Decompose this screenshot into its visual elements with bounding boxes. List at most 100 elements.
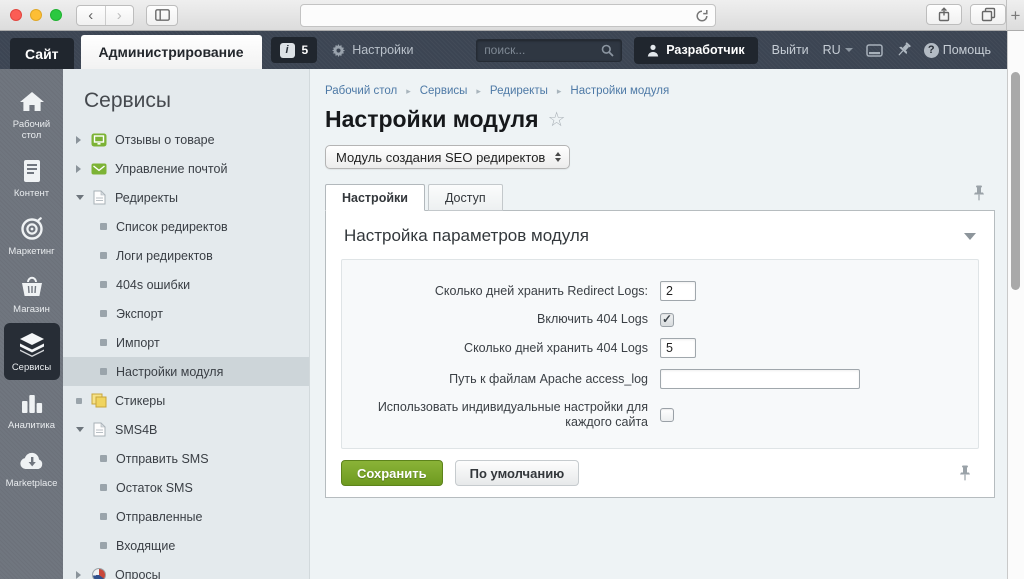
sidebar-item-logi-redirektov[interactable]: Логи редиректов bbox=[63, 241, 309, 270]
tabs-icon bbox=[981, 7, 996, 22]
breadcrumb-link[interactable]: Рабочий стол bbox=[325, 85, 397, 97]
search-icon[interactable] bbox=[601, 44, 614, 57]
sidebar-item-ostatok-sms[interactable]: Остаток SMS bbox=[63, 473, 309, 502]
enable-404-logs-checkbox[interactable] bbox=[660, 313, 674, 327]
developer-user-button[interactable]: Разработчик bbox=[634, 37, 757, 64]
search-input[interactable] bbox=[484, 43, 601, 57]
module-rail: Рабочий стол Контент Маркетинг Магазин С… bbox=[0, 69, 63, 579]
rail-item-label: Аналитика bbox=[8, 420, 55, 431]
sidebar-toggle-button[interactable] bbox=[146, 5, 178, 26]
page-title: Настройки модуля bbox=[325, 106, 539, 133]
browser-scrollbar[interactable] bbox=[1007, 31, 1024, 579]
rail-item-marketing[interactable]: Маркетинг bbox=[4, 207, 60, 264]
rail-item-services[interactable]: Сервисы bbox=[4, 323, 60, 380]
sidebar-item-vhodyashchie[interactable]: Входящие bbox=[63, 531, 309, 560]
chevron-down-icon[interactable] bbox=[76, 195, 84, 200]
bullet-icon bbox=[100, 223, 107, 230]
menu-title: Сервисы bbox=[63, 69, 309, 125]
rail-item-analytics[interactable]: Аналитика bbox=[4, 381, 60, 438]
breadcrumb-link[interactable]: Редиректы bbox=[490, 85, 548, 97]
breadcrumb-link[interactable]: Настройки модуля bbox=[570, 85, 669, 97]
chevron-right-icon[interactable] bbox=[76, 571, 81, 579]
help-button[interactable]: ? Помощь bbox=[924, 43, 991, 58]
sidebar-item-stikery[interactable]: Стикеры bbox=[63, 386, 309, 415]
field-label: Включить 404 Logs bbox=[342, 312, 648, 327]
tab-dostup[interactable]: Доступ bbox=[428, 184, 503, 211]
tab-nastroyki[interactable]: Настройки bbox=[325, 184, 425, 211]
days-404-logs-input[interactable] bbox=[660, 338, 696, 358]
question-icon: ? bbox=[924, 43, 939, 58]
bullet-icon bbox=[100, 339, 107, 346]
bullet-icon bbox=[100, 368, 107, 375]
sidebar-item-eksport[interactable]: Экспорт bbox=[63, 299, 309, 328]
menu-item-label: Настройки модуля bbox=[116, 365, 223, 379]
sidebar-item-import[interactable]: Импорт bbox=[63, 328, 309, 357]
browser-chrome: ‹ › + bbox=[0, 0, 1024, 31]
sidebar-item-404s-oshibki[interactable]: 404s ошибки bbox=[63, 270, 309, 299]
sidebar-item-oprosy[interactable]: Опросы bbox=[63, 560, 309, 579]
bullet-icon bbox=[100, 310, 107, 317]
developer-label: Разработчик bbox=[666, 43, 744, 57]
rail-item-label: Рабочий стол bbox=[4, 119, 60, 141]
save-button[interactable]: Сохранить bbox=[341, 460, 443, 486]
chevron-right-icon[interactable] bbox=[76, 136, 81, 144]
zoom-window-button[interactable] bbox=[50, 9, 62, 21]
share-button[interactable] bbox=[926, 4, 962, 25]
chevron-right-icon[interactable] bbox=[76, 165, 81, 173]
tab-overview-button[interactable] bbox=[970, 4, 1006, 25]
dock-pin-icon[interactable] bbox=[959, 465, 971, 482]
menu-item-label: Остаток SMS bbox=[116, 481, 193, 495]
refresh-icon[interactable] bbox=[695, 9, 709, 23]
settings-tabs: Настройки Доступ bbox=[325, 184, 1007, 211]
scrollbar-thumb[interactable] bbox=[1011, 72, 1020, 290]
window-controls bbox=[10, 9, 62, 21]
info-icon: i bbox=[280, 43, 295, 58]
breadcrumb-separator-icon: ▸ bbox=[476, 86, 481, 97]
rail-item-store[interactable]: Магазин bbox=[4, 265, 60, 322]
minimize-window-button[interactable] bbox=[30, 9, 42, 21]
sidebar-item-otpravit-sms[interactable]: Отправить SMS bbox=[63, 444, 309, 473]
apache-access-log-path-input[interactable] bbox=[660, 369, 860, 389]
sidebar-item-spisok-redirektov[interactable]: Список редиректов bbox=[63, 212, 309, 241]
close-window-button[interactable] bbox=[10, 9, 22, 21]
content-icon bbox=[22, 158, 42, 183]
language-selector[interactable]: RU bbox=[823, 43, 853, 57]
pin-interface-button[interactable] bbox=[896, 42, 911, 58]
new-tab-button[interactable]: + bbox=[1006, 0, 1024, 31]
rail-item-content[interactable]: Контент bbox=[4, 149, 60, 206]
module-select[interactable]: Модуль создания SEO редиректов bbox=[325, 145, 570, 169]
sidebar-item-upravlenie-pochtoy[interactable]: Управление почтой bbox=[63, 154, 309, 183]
sidebar-item-sms4b[interactable]: SMS4B bbox=[63, 415, 309, 444]
redirect-logs-days-input[interactable] bbox=[660, 281, 696, 301]
bullet-icon bbox=[76, 398, 82, 404]
cloud-download-icon bbox=[19, 448, 45, 473]
menu-item-label: Редиректы bbox=[115, 191, 178, 205]
settings-form: Сколько дней хранить Redirect Logs: Вклю… bbox=[341, 259, 979, 449]
default-button[interactable]: По умолчанию bbox=[455, 460, 580, 486]
rail-item-marketplace[interactable]: Marketplace bbox=[4, 439, 60, 496]
menu-item-label: Отправить SMS bbox=[116, 452, 209, 466]
desktop-mode-button[interactable] bbox=[866, 44, 883, 57]
sidebar-item-redirekty[interactable]: Редиректы bbox=[63, 183, 309, 212]
sidebar-item-otpravlennye[interactable]: Отправленные bbox=[63, 502, 309, 531]
site-tab[interactable]: Сайт bbox=[10, 38, 74, 69]
logout-link[interactable]: Выйти bbox=[772, 43, 809, 57]
breadcrumb-link[interactable]: Сервисы bbox=[420, 85, 468, 97]
notifications-badge[interactable]: i 5 bbox=[271, 37, 318, 63]
individual-settings-checkbox[interactable] bbox=[660, 408, 674, 422]
favorite-star-icon[interactable]: ☆ bbox=[548, 107, 566, 132]
forward-icon[interactable]: › bbox=[105, 6, 134, 25]
gear-icon bbox=[331, 43, 346, 58]
settings-menu-button[interactable]: Настройки bbox=[331, 43, 413, 58]
sidebar-item-otzyvy-o-tovare[interactable]: Отзывы о товаре bbox=[63, 125, 309, 154]
back-icon[interactable]: ‹ bbox=[77, 6, 105, 25]
sidebar-item-nastroyki-modulya[interactable]: Настройки модуля bbox=[63, 357, 309, 386]
address-bar[interactable] bbox=[300, 4, 716, 27]
rail-item-desktop[interactable]: Рабочий стол bbox=[4, 80, 60, 148]
administration-tab[interactable]: Администрирование bbox=[81, 35, 262, 69]
menu-item-label: Отправленные bbox=[116, 510, 202, 524]
bullet-icon bbox=[100, 542, 107, 549]
chevron-down-icon[interactable] bbox=[76, 427, 84, 432]
menu-tree: Отзывы о товаре Управление почтой Редире… bbox=[63, 125, 309, 579]
collapse-section-icon[interactable] bbox=[964, 233, 976, 240]
